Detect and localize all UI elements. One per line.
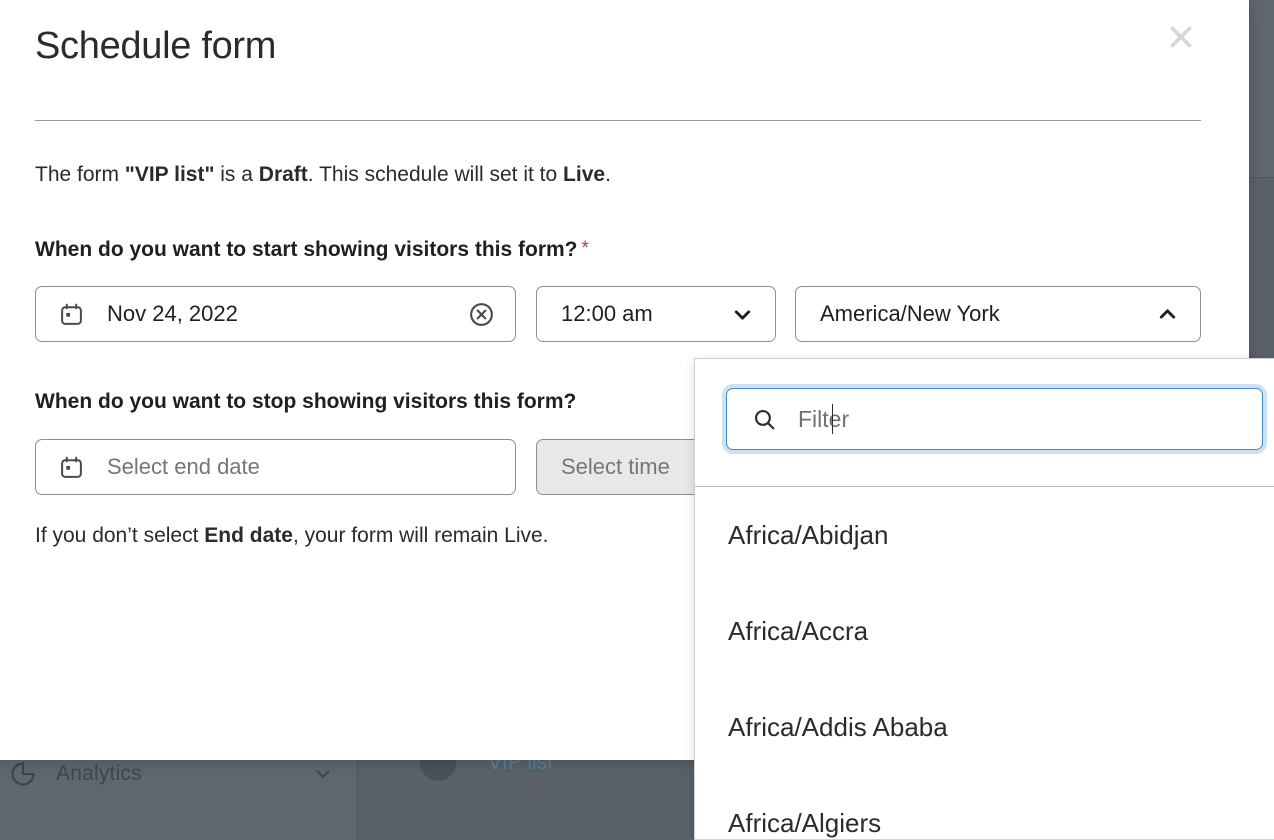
chevron-down-icon bbox=[729, 301, 755, 327]
start-timezone-select[interactable]: America/New York bbox=[795, 286, 1201, 342]
page-title: Schedule form bbox=[35, 25, 277, 67]
chevron-down-icon bbox=[311, 762, 335, 786]
intro-prefix: The form bbox=[35, 163, 125, 186]
calendar-icon bbox=[58, 454, 84, 480]
timezone-filter-box[interactable] bbox=[726, 388, 1263, 450]
start-time-select[interactable]: 12:00 am bbox=[536, 286, 776, 342]
end-date-input[interactable]: Select end date bbox=[35, 439, 516, 495]
timezone-filter-input[interactable] bbox=[798, 389, 1262, 449]
list-item[interactable]: Africa/Accra bbox=[695, 583, 1274, 679]
sidebar-item-label: Analytics bbox=[56, 762, 142, 785]
search-icon bbox=[751, 406, 777, 432]
chevron-up-icon bbox=[1154, 301, 1180, 327]
timezone-filter-wrapper bbox=[726, 388, 1263, 450]
start-field-label-text: When do you want to start showing visito… bbox=[35, 238, 578, 261]
intro-middle-2: . This schedule will set it to bbox=[307, 163, 564, 186]
intro-form-name: "VIP list" bbox=[124, 163, 215, 186]
timezone-option-list[interactable]: Africa/Abidjan Africa/Accra Africa/Addis… bbox=[695, 487, 1274, 839]
intro-current-status: Draft bbox=[258, 163, 308, 186]
screen: Analytics VIP list Schedule form The for… bbox=[0, 0, 1274, 840]
title-divider bbox=[35, 120, 1201, 121]
clear-circle-icon[interactable] bbox=[467, 300, 495, 328]
hint-prefix: If you don’t select bbox=[35, 524, 205, 547]
analytics-icon bbox=[8, 759, 38, 789]
start-date-value: Nov 24, 2022 bbox=[107, 301, 238, 326]
timezone-dropdown-panel: Africa/Abidjan Africa/Accra Africa/Addis… bbox=[694, 358, 1274, 840]
intro-text: The form "VIP list" is a Draft. This sch… bbox=[35, 160, 611, 190]
intro-suffix: . bbox=[605, 163, 611, 186]
start-field-label: When do you want to start showing visito… bbox=[35, 238, 589, 262]
intro-middle: is a bbox=[214, 163, 259, 186]
calendar-icon bbox=[58, 301, 84, 327]
text-cursor bbox=[832, 404, 833, 434]
list-item[interactable]: Africa/Abidjan bbox=[695, 487, 1274, 583]
hint-bold: End date bbox=[204, 524, 293, 547]
required-marker: * bbox=[581, 238, 589, 259]
start-timezone-value: America/New York bbox=[820, 301, 1000, 326]
end-date-hint: If you don’t select End date, your form … bbox=[35, 524, 549, 548]
list-item[interactable]: Africa/Algiers bbox=[695, 775, 1274, 839]
close-icon[interactable] bbox=[1160, 16, 1202, 58]
start-time-value: 12:00 am bbox=[561, 301, 653, 326]
start-date-input[interactable]: Nov 24, 2022 bbox=[35, 286, 516, 342]
hint-suffix: , your form will remain Live. bbox=[292, 524, 549, 547]
list-item[interactable]: Africa/Addis Ababa bbox=[695, 679, 1274, 775]
stop-field-label: When do you want to stop showing visitor… bbox=[35, 390, 577, 413]
end-date-placeholder: Select end date bbox=[107, 454, 260, 479]
intro-target-status: Live bbox=[563, 163, 606, 186]
